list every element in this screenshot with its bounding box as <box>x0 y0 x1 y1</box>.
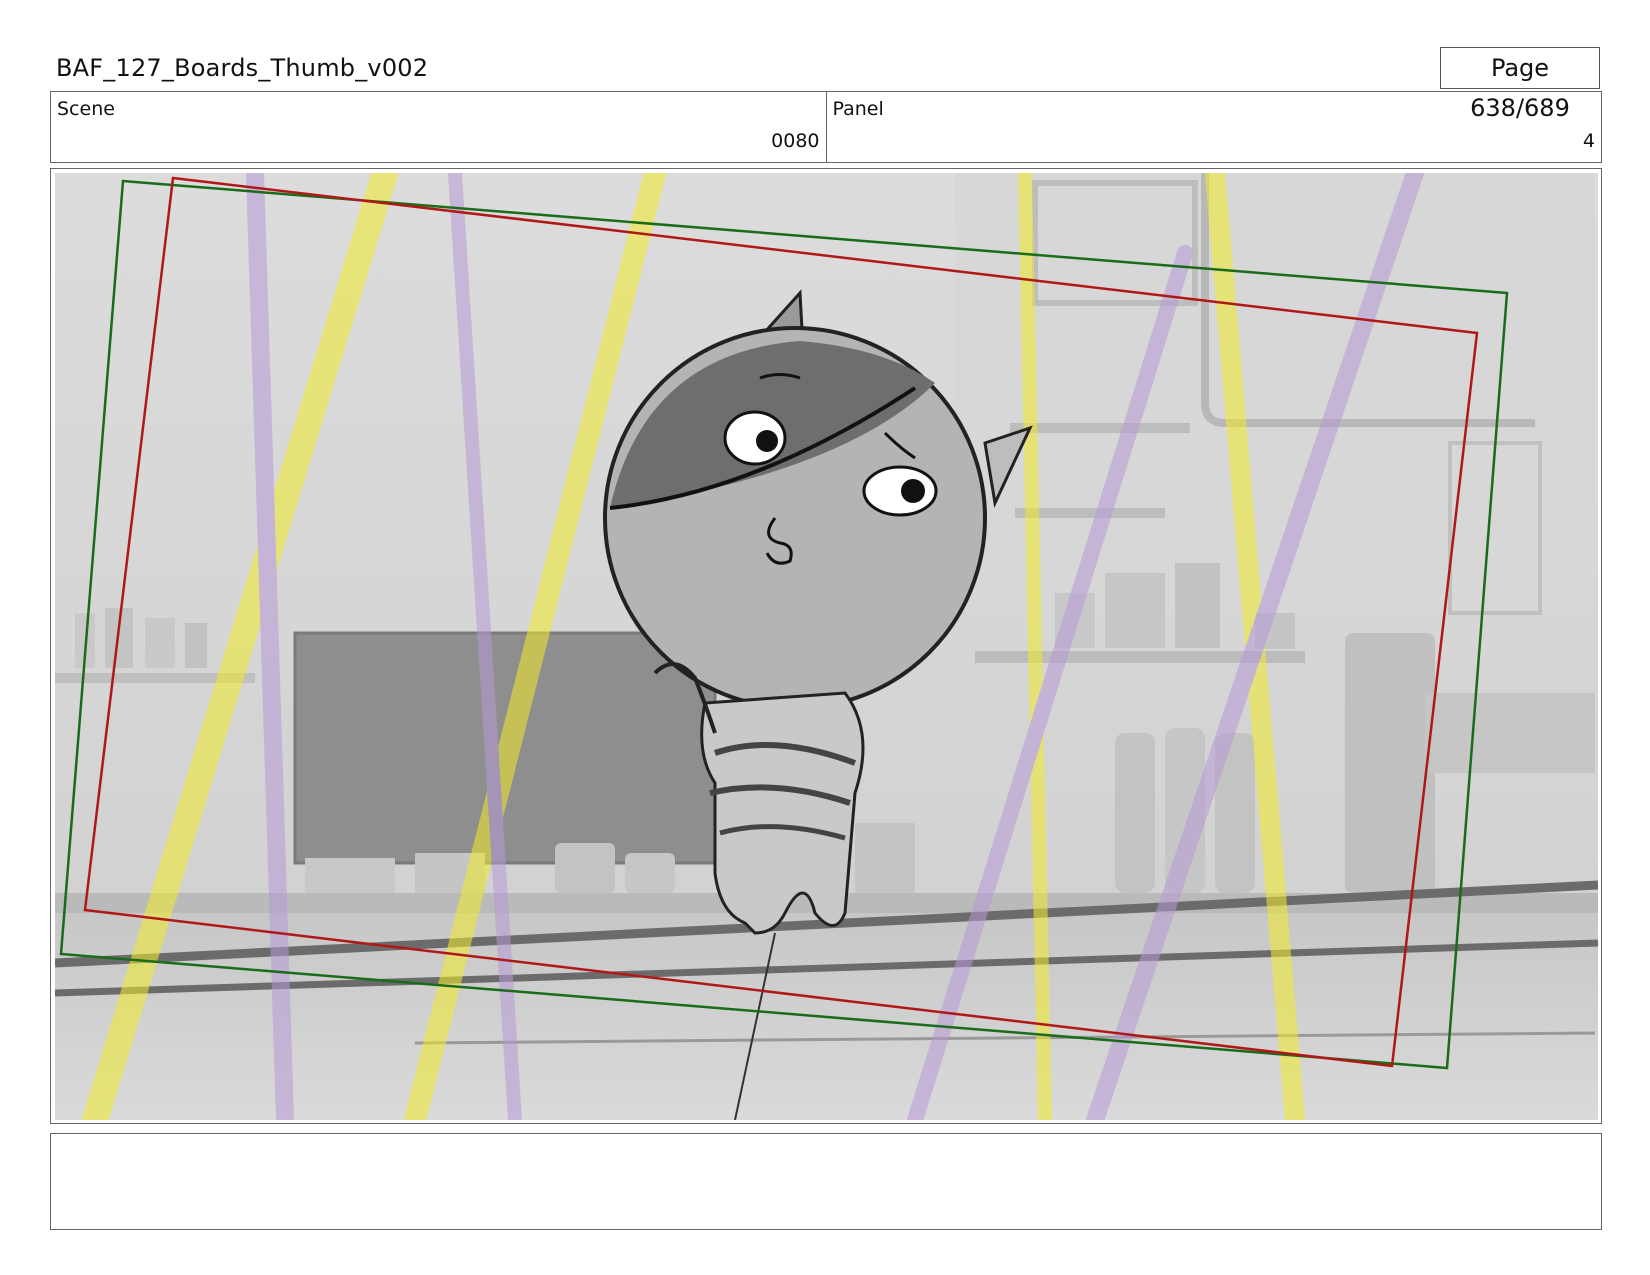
scene-label: Scene <box>57 98 115 120</box>
panel-cell: Panel 4 <box>825 92 1602 162</box>
scene-panel-info-row: Scene 0080 Panel 4 <box>50 91 1602 163</box>
document-title: BAF_127_Boards_Thumb_v002 <box>56 54 429 82</box>
scene-cell: Scene 0080 <box>51 92 826 162</box>
page-number-badge: Page 638/689 <box>1440 47 1600 122</box>
panel-number: 4 <box>1582 130 1595 152</box>
scene-number: 0080 <box>771 130 820 152</box>
storyboard-panel-frame <box>50 168 1602 1124</box>
panel-label: Panel <box>832 98 884 120</box>
panel-notes-box <box>50 1133 1602 1230</box>
storyboard-sketch-image <box>55 173 1598 1120</box>
